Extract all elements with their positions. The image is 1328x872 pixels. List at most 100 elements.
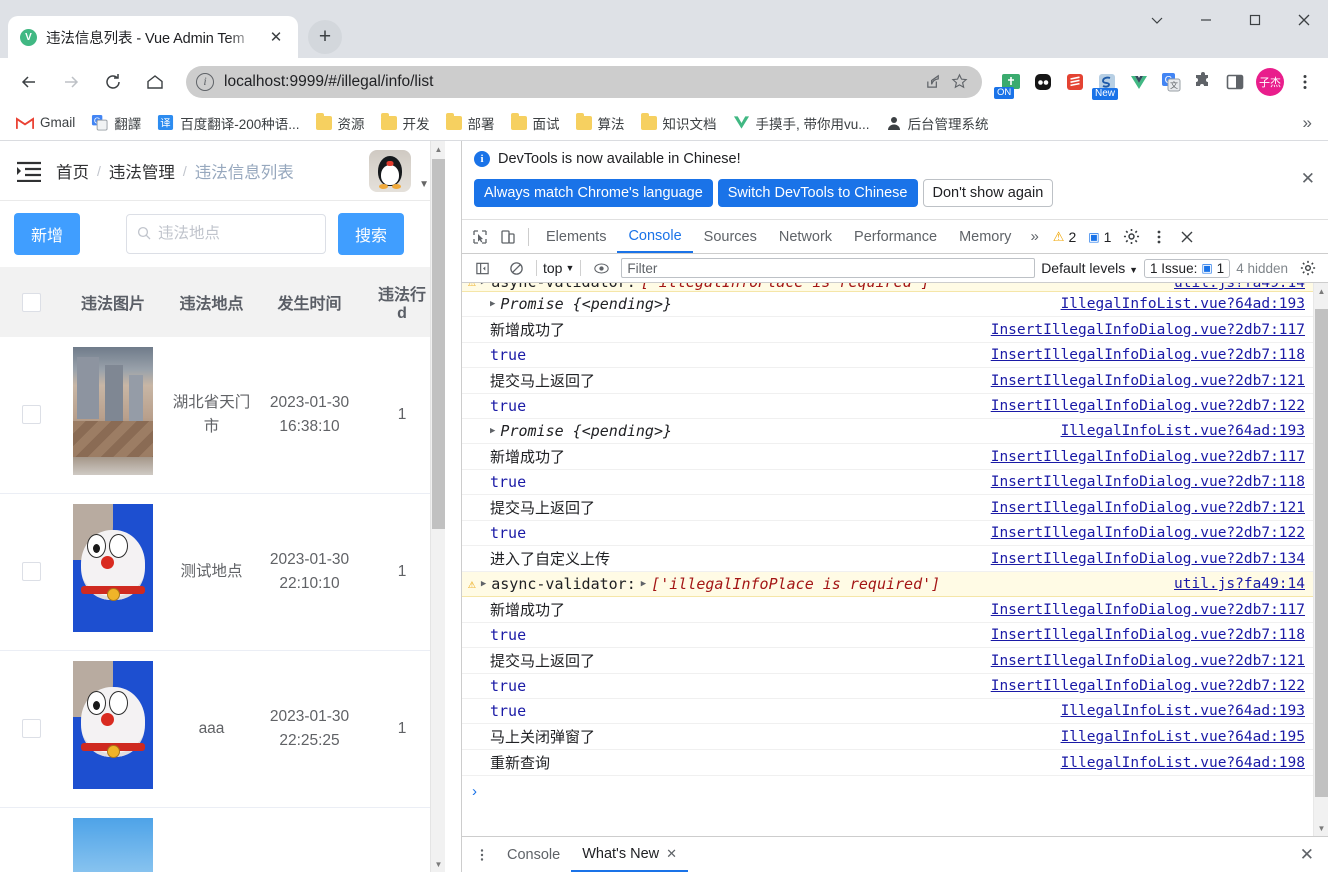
console-row[interactable]: 新增成功了 InsertIllegalInfoDialog.vue?2db7:1… (462, 597, 1313, 623)
log-source-link[interactable]: IllegalInfoList.vue?64ad:195 (1049, 729, 1305, 745)
banner-close-icon[interactable]: ✕ (1301, 169, 1315, 189)
console-row[interactable]: true IllegalInfoList.vue?64ad:193 (462, 699, 1313, 724)
bookmark-baidu-translate[interactable]: 译 百度翻译-200种语... (151, 110, 305, 136)
violation-photo[interactable] (73, 818, 153, 872)
scroll-up-icon[interactable]: ▲ (431, 141, 445, 157)
log-source-link[interactable]: InsertIllegalInfoDialog.vue?2db7:121 (979, 653, 1305, 669)
expand-triangle-icon[interactable]: ▶ (481, 283, 486, 287)
console-row[interactable]: true InsertIllegalInfoDialog.vue?2db7:12… (462, 674, 1313, 699)
tab-console[interactable]: Console (617, 220, 693, 253)
log-source-link[interactable]: InsertIllegalInfoDialog.vue?2db7:118 (979, 627, 1305, 643)
side-panel-icon[interactable] (1220, 67, 1250, 97)
reload-button[interactable] (96, 65, 130, 99)
minimize-list-icon[interactable] (1132, 0, 1181, 40)
page-scrollbar[interactable]: ▲ ▼ (430, 141, 445, 872)
drawer-more-icon[interactable] (468, 841, 496, 869)
extensions-puzzle-icon[interactable] (1188, 67, 1218, 97)
profile-avatar[interactable]: 子杰 (1256, 67, 1284, 96)
log-source-link[interactable]: InsertIllegalInfoDialog.vue?2db7:118 (979, 347, 1305, 363)
console-scroll-down-icon[interactable]: ▼ (1314, 820, 1328, 836)
console-row[interactable]: 新增成功了 InsertIllegalInfoDialog.vue?2db7:1… (462, 444, 1313, 470)
log-source-link[interactable]: InsertIllegalInfoDialog.vue?2db7:117 (979, 322, 1305, 338)
log-source-link[interactable]: util.js?fa49:14 (1162, 576, 1305, 592)
log-source-link[interactable]: InsertIllegalInfoDialog.vue?2db7:117 (979, 602, 1305, 618)
breadcrumb-item-illegal-management[interactable]: 违法管理 (109, 159, 175, 183)
log-source-link[interactable]: InsertIllegalInfoDialog.vue?2db7:118 (979, 474, 1305, 490)
console-scroll-up-icon[interactable]: ▲ (1314, 283, 1328, 299)
console-row[interactable]: 新增成功了 InsertIllegalInfoDialog.vue?2db7:1… (462, 317, 1313, 343)
message-count-badge[interactable]: ▣ 1 (1082, 225, 1117, 249)
chevron-down-icon[interactable]: ▼ (419, 179, 429, 190)
bookmark-translate[interactable]: G 翻譯 (85, 110, 147, 136)
log-source-link[interactable]: IllegalInfoList.vue?64ad:193 (1049, 423, 1305, 439)
google-translate-extension-icon[interactable]: G文 (1156, 67, 1186, 97)
tab-elements[interactable]: Elements (535, 220, 617, 253)
console-settings-gear-icon[interactable] (1294, 254, 1322, 282)
log-source-link[interactable]: IllegalInfoList.vue?64ad:193 (1049, 296, 1305, 312)
violation-photo[interactable] (73, 504, 153, 633)
drawer-tab-console[interactable]: Console (496, 837, 571, 872)
always-match-language-button[interactable]: Always match Chrome's language (474, 179, 713, 207)
log-source-link[interactable]: util.js?fa49:14 (1162, 283, 1305, 291)
tab-performance[interactable]: Performance (843, 220, 948, 253)
console-row[interactable]: true InsertIllegalInfoDialog.vue?2db7:11… (462, 470, 1313, 495)
switch-to-chinese-button[interactable]: Switch DevTools to Chinese (717, 179, 918, 207)
devtools-more-icon[interactable] (1145, 223, 1173, 251)
column-header-image[interactable]: 违法图片 (63, 267, 163, 337)
forward-button[interactable] (54, 65, 88, 99)
device-toolbar-icon[interactable] (494, 223, 522, 251)
share-icon[interactable] (920, 69, 946, 95)
drawer-tab-close-icon[interactable]: ✕ (666, 846, 677, 862)
tabs-overflow-icon[interactable]: » (1022, 228, 1046, 245)
tab-close-icon[interactable]: ✕ (266, 27, 286, 47)
row-checkbox[interactable] (22, 719, 41, 739)
search-button[interactable]: 搜索 (338, 213, 405, 255)
bookmark-vue-tutorial[interactable]: 手摸手, 带你用vu... (727, 110, 876, 136)
column-header-place[interactable]: 违法地点 (163, 267, 260, 337)
drawer-close-icon[interactable]: ✕ (1300, 845, 1322, 865)
table-row[interactable] (0, 807, 445, 872)
hamburger-icon[interactable] (16, 160, 42, 182)
console-row[interactable]: true InsertIllegalInfoDialog.vue?2db7:11… (462, 623, 1313, 648)
bookmark-folder-interview[interactable]: 面试 (505, 110, 566, 136)
bookmark-folder-algorithms[interactable]: 算法 (570, 110, 631, 136)
column-header-time[interactable]: 发生时间 (260, 267, 359, 337)
log-source-link[interactable]: InsertIllegalInfoDialog.vue?2db7:121 (979, 373, 1305, 389)
tab-sources[interactable]: Sources (693, 220, 768, 253)
breadcrumb-item-home[interactable]: 首页 (56, 159, 89, 183)
console-row[interactable]: 进入了自定义上传 InsertIllegalInfoDialog.vue?2db… (462, 546, 1313, 572)
log-source-link[interactable]: InsertIllegalInfoDialog.vue?2db7:122 (979, 398, 1305, 414)
table-row[interactable]: aaa 2023-01-30 22:25:25 1 (0, 650, 445, 809)
violation-photo[interactable] (73, 661, 153, 790)
execution-context-selector[interactable]: top ▼ (543, 260, 574, 276)
gear-icon[interactable] (1117, 223, 1145, 251)
live-expression-icon[interactable] (587, 254, 615, 282)
bookmark-gmail[interactable]: Gmail (10, 112, 81, 133)
maximize-icon[interactable] (1230, 0, 1279, 40)
expand-triangle-icon[interactable]: ▶ (490, 426, 495, 436)
browser-tab[interactable]: V 违法信息列表 - Vue Admin Tem ✕ (8, 16, 298, 58)
bookmark-admin-system[interactable]: 后台管理系统 (880, 110, 995, 136)
log-source-link[interactable]: InsertIllegalInfoDialog.vue?2db7:134 (979, 551, 1305, 567)
console-row[interactable]: 提交马上返回了 InsertIllegalInfoDialog.vue?2db7… (462, 648, 1313, 674)
chrome-menu-icon[interactable] (1290, 67, 1320, 97)
console-row[interactable]: true InsertIllegalInfoDialog.vue?2db7:12… (462, 394, 1313, 419)
log-source-link[interactable]: InsertIllegalInfoDialog.vue?2db7:122 (979, 678, 1305, 694)
devtools-close-icon[interactable] (1173, 223, 1201, 251)
table-row[interactable]: 湖北省天门市 2023-01-30 16:38:10 1 (0, 337, 445, 495)
new-tab-button[interactable]: + (308, 20, 342, 54)
log-source-link[interactable]: InsertIllegalInfoDialog.vue?2db7:122 (979, 525, 1305, 541)
console-row[interactable]: true InsertIllegalInfoDialog.vue?2db7:12… (462, 521, 1313, 546)
console-row[interactable]: true InsertIllegalInfoDialog.vue?2db7:11… (462, 343, 1313, 368)
console-scrollbar-thumb[interactable] (1315, 309, 1328, 797)
back-button[interactable] (12, 65, 46, 99)
console-row-warning[interactable]: ⚠ ▶ async-validator: ▶ ['illegalInfoPlac… (462, 572, 1313, 597)
tab-network[interactable]: Network (768, 220, 843, 253)
console-prompt-row[interactable]: › (462, 776, 1313, 806)
console-log-area[interactable]: ⚠ ▶ async-validator: ['illegalInfoPlace … (462, 283, 1328, 836)
expand-triangle-icon[interactable]: ▶ (490, 299, 495, 309)
console-row[interactable]: 提交马上返回了 InsertIllegalInfoDialog.vue?2db7… (462, 368, 1313, 394)
console-sidebar-icon[interactable] (468, 254, 496, 282)
vue-devtools-extension-icon[interactable] (1124, 67, 1154, 97)
address-bar[interactable]: i localhost:9999/#/illegal/info/list (186, 65, 982, 98)
